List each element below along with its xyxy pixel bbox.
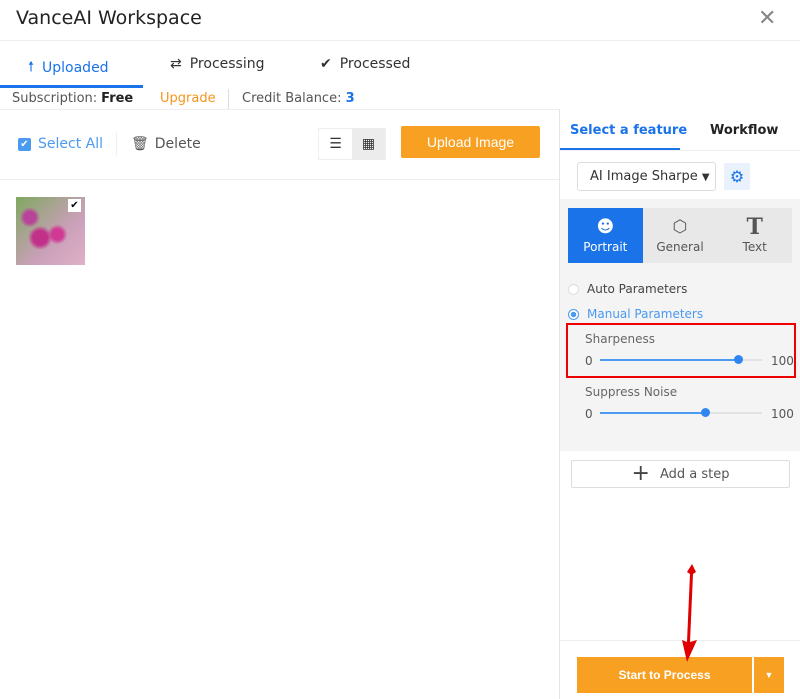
tab-select-feature[interactable]: Select a feature	[570, 123, 687, 138]
credit-label: Credit Balance:	[242, 91, 342, 106]
sharpness-slider[interactable]	[600, 355, 762, 364]
feature-dropdown[interactable]: AI Image Sharpe ▼	[577, 162, 716, 191]
credit-value: 3	[345, 91, 355, 106]
subscription-value: Free	[101, 91, 134, 106]
upload-arrow-icon: 🠕	[28, 59, 35, 75]
grid-view-icon[interactable]: ▦	[352, 129, 385, 159]
plus-icon: +	[631, 461, 650, 486]
thumbnail-checkbox[interactable]: ✔	[68, 199, 81, 212]
slider-max: 100	[771, 407, 794, 421]
mode-text[interactable]: T Text	[717, 208, 792, 263]
tab-workflow[interactable]: Workflow	[710, 123, 778, 138]
radio-label: Manual Parameters	[587, 307, 704, 321]
tab-label: Uploaded	[42, 60, 109, 76]
suppress-noise-label: Suppress Noise	[585, 385, 678, 399]
feature-value: AI Image Sharpe	[590, 169, 698, 184]
checkbox-icon: ✔	[18, 137, 31, 151]
mode-selector: ☻ Portrait ⬡ General T Text	[568, 208, 792, 263]
divider	[0, 40, 800, 41]
list-view-icon[interactable]: ☰	[319, 129, 352, 159]
slider-fill	[600, 359, 738, 361]
credit-balance: Credit Balance: 3	[242, 91, 355, 106]
select-all-label: Select All	[38, 136, 103, 152]
text-t-icon: T	[746, 213, 763, 240]
slider-min: 0	[585, 407, 593, 421]
tab-uploaded[interactable]: 🠕 Uploaded	[28, 56, 109, 80]
add-step-button[interactable]: + Add a step	[571, 460, 790, 488]
select-all-checkbox[interactable]: ✔ Select All	[18, 136, 103, 152]
close-icon[interactable]: ✕	[758, 6, 776, 31]
manual-parameters-radio[interactable]: Manual Parameters	[568, 307, 703, 321]
divider	[560, 150, 800, 151]
divider	[116, 133, 117, 155]
divider	[0, 179, 560, 180]
mode-label: General	[656, 239, 704, 254]
slider-fill	[600, 412, 706, 414]
gear-icon[interactable]: ⚙	[724, 163, 750, 190]
radio-selected-icon	[568, 308, 579, 320]
tab-label: Processing	[189, 56, 265, 72]
subscription-label: Subscription:	[12, 91, 98, 106]
mode-label: Portrait	[583, 239, 628, 254]
slider-handle[interactable]	[733, 355, 743, 364]
mode-general[interactable]: ⬡ General	[643, 208, 718, 263]
active-tab-indicator	[0, 85, 143, 88]
auto-parameters-radio[interactable]: Auto Parameters	[568, 282, 687, 296]
radio-icon	[568, 283, 579, 295]
delete-button[interactable]: 🗑 Delete	[131, 136, 201, 152]
delete-label: Delete	[154, 136, 201, 152]
slider-min: 0	[585, 354, 593, 368]
start-to-process-button[interactable]: Start to Process	[577, 657, 752, 693]
divider	[228, 89, 229, 109]
mode-label: Text	[742, 239, 767, 254]
add-step-label: Add a step	[659, 466, 730, 482]
trash-icon: 🗑	[131, 136, 149, 152]
portrait-icon: ☻	[596, 216, 615, 237]
sync-icon: ⇄	[170, 56, 182, 72]
window-title: VanceAI Workspace	[16, 7, 202, 29]
tab-processing[interactable]: ⇄ Processing	[170, 56, 265, 72]
caret-down-icon[interactable]: ▼	[754, 657, 784, 693]
check-circle-icon: ✔	[320, 56, 332, 72]
upgrade-link[interactable]: Upgrade	[160, 91, 216, 106]
view-toggle: ☰ ▦	[318, 128, 386, 160]
upload-image-button[interactable]: Upload Image	[401, 126, 540, 158]
suppress-noise-slider[interactable]	[600, 408, 762, 417]
caret-down-icon: ▼	[701, 172, 710, 183]
mode-portrait[interactable]: ☻ Portrait	[568, 208, 643, 263]
tab-label: Processed	[339, 56, 411, 72]
cube-icon: ⬡	[672, 216, 688, 237]
tab-processed[interactable]: ✔ Processed	[320, 56, 410, 72]
slider-max: 100	[771, 354, 794, 368]
subscription-info: Subscription: Free	[12, 91, 133, 106]
red-arrow-annotation	[682, 564, 697, 662]
radio-label: Auto Parameters	[587, 282, 688, 296]
sharpness-label: Sharpeness	[585, 332, 656, 346]
divider	[0, 109, 560, 110]
